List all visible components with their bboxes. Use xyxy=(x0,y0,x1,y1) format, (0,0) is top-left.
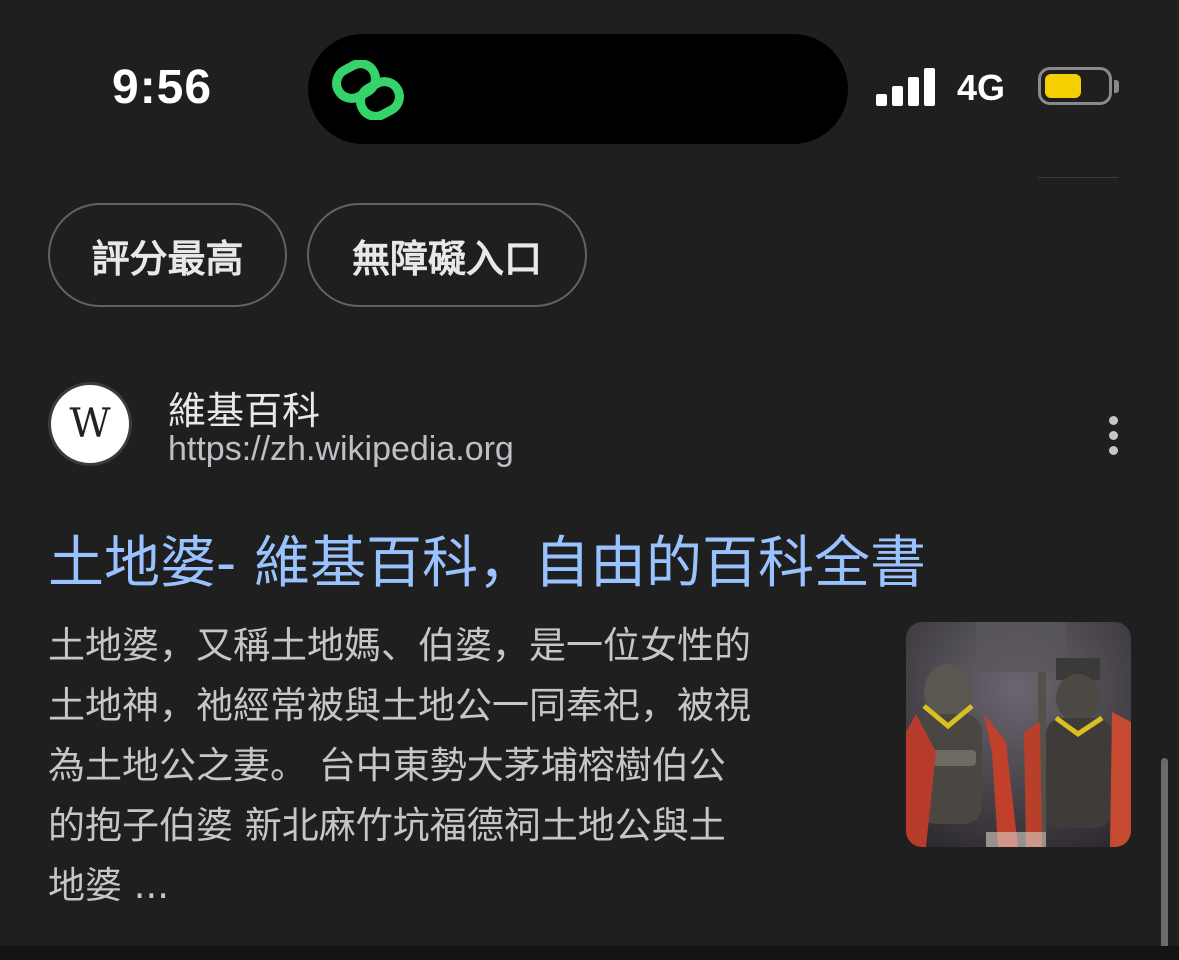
chip-top-rated[interactable]: 評分最高 xyxy=(48,203,287,307)
divider xyxy=(1038,177,1118,178)
dynamic-island[interactable] xyxy=(308,34,848,144)
link-loop-icon[interactable] xyxy=(332,60,404,120)
snippet-line: 為土地公之妻。 台中東勢大茅埔榕樹伯公 xyxy=(48,744,726,787)
scrollbar[interactable] xyxy=(1161,758,1168,960)
snippet-line: 的抱子伯婆 新北麻竹坑福德祠土地公與土 xyxy=(48,804,726,847)
site-url[interactable]: https://zh.wikipedia.org xyxy=(168,430,514,469)
result-title-link[interactable]: 土地婆- 維基百科，自由的百科全書 xyxy=(48,518,926,599)
snippet-line: 地婆 ... xyxy=(48,864,170,907)
battery-tip xyxy=(1114,80,1119,93)
dot xyxy=(1108,430,1118,440)
result-snippet: 土地婆，又稱土地媽、伯婆，是一位女性的 土地神，祂經常被與土地公一同奉祀，被視 … xyxy=(48,616,858,916)
temple-statues-image xyxy=(906,622,1131,847)
bottom-band xyxy=(0,946,1179,960)
site-name[interactable]: 維基百科 xyxy=(168,380,320,435)
snippet-line: 土地婆，又稱土地媽、伯婆，是一位女性的 xyxy=(48,624,751,667)
snippet-line: 土地神，祂經常被與土地公一同奉祀，被視 xyxy=(48,684,751,727)
network-type: 4G xyxy=(957,67,1006,108)
dot xyxy=(1108,415,1118,425)
dot xyxy=(1108,445,1118,455)
chip-accessible-entrance[interactable]: 無障礙入口 xyxy=(307,203,587,307)
battery-level xyxy=(1045,74,1081,98)
battery-icon xyxy=(1038,67,1112,105)
wikipedia-favicon[interactable]: W xyxy=(48,382,132,466)
cellular-signal-icon xyxy=(876,68,935,106)
more-vert-icon[interactable] xyxy=(1094,408,1132,462)
result-thumbnail[interactable] xyxy=(906,622,1131,847)
status-time: 9:56 xyxy=(112,61,213,114)
